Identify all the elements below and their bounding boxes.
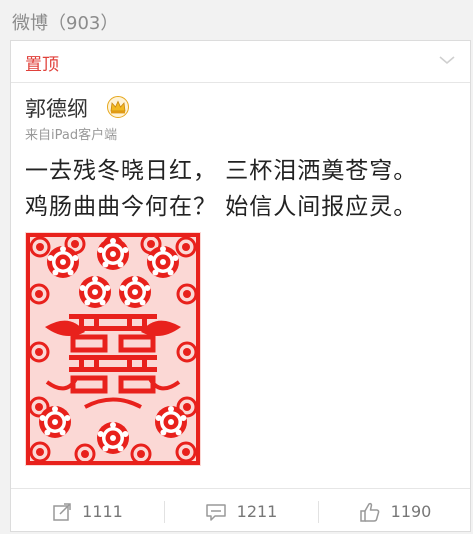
paper-cut-image[interactable] [25,232,201,466]
thumbs-up-icon [359,502,379,522]
page-header: 微博（903） [0,0,473,40]
post-source: 来自iPad客户端 [25,128,118,143]
comment-count: 1211 [236,502,278,521]
repost-count: 1111 [82,502,123,521]
post-text-line-2: 鸡肠曲曲今何在？ 始信人间报应灵。 [25,194,418,220]
weibo-post-card: 置顶 郭德纲 来自iPad客户端 一去残冬晓日红， 三杯泪洒奠苍穹。 鸡肠曲曲今… [10,40,471,532]
comment-button[interactable]: 1211 [164,489,318,534]
action-bar: 1111 1211 1190 [11,488,470,533]
comment-icon [205,503,226,521]
pinned-bar[interactable]: 置顶 [11,41,470,83]
weibo-count-title: 微博（903） [12,13,119,34]
chevron-down-icon[interactable] [438,54,456,66]
author-name[interactable]: 郭德纲 [25,93,88,123]
post-text-line-1: 一去残冬晓日红， 三杯泪洒奠苍穹。 [25,158,418,184]
crown-vip-icon[interactable] [106,96,130,118]
repost-button[interactable]: 1111 [11,489,164,534]
pinned-label: 置顶 [25,55,59,75]
like-count: 1190 [390,502,432,521]
like-button[interactable]: 1190 [318,489,472,534]
repost-icon [53,502,71,521]
